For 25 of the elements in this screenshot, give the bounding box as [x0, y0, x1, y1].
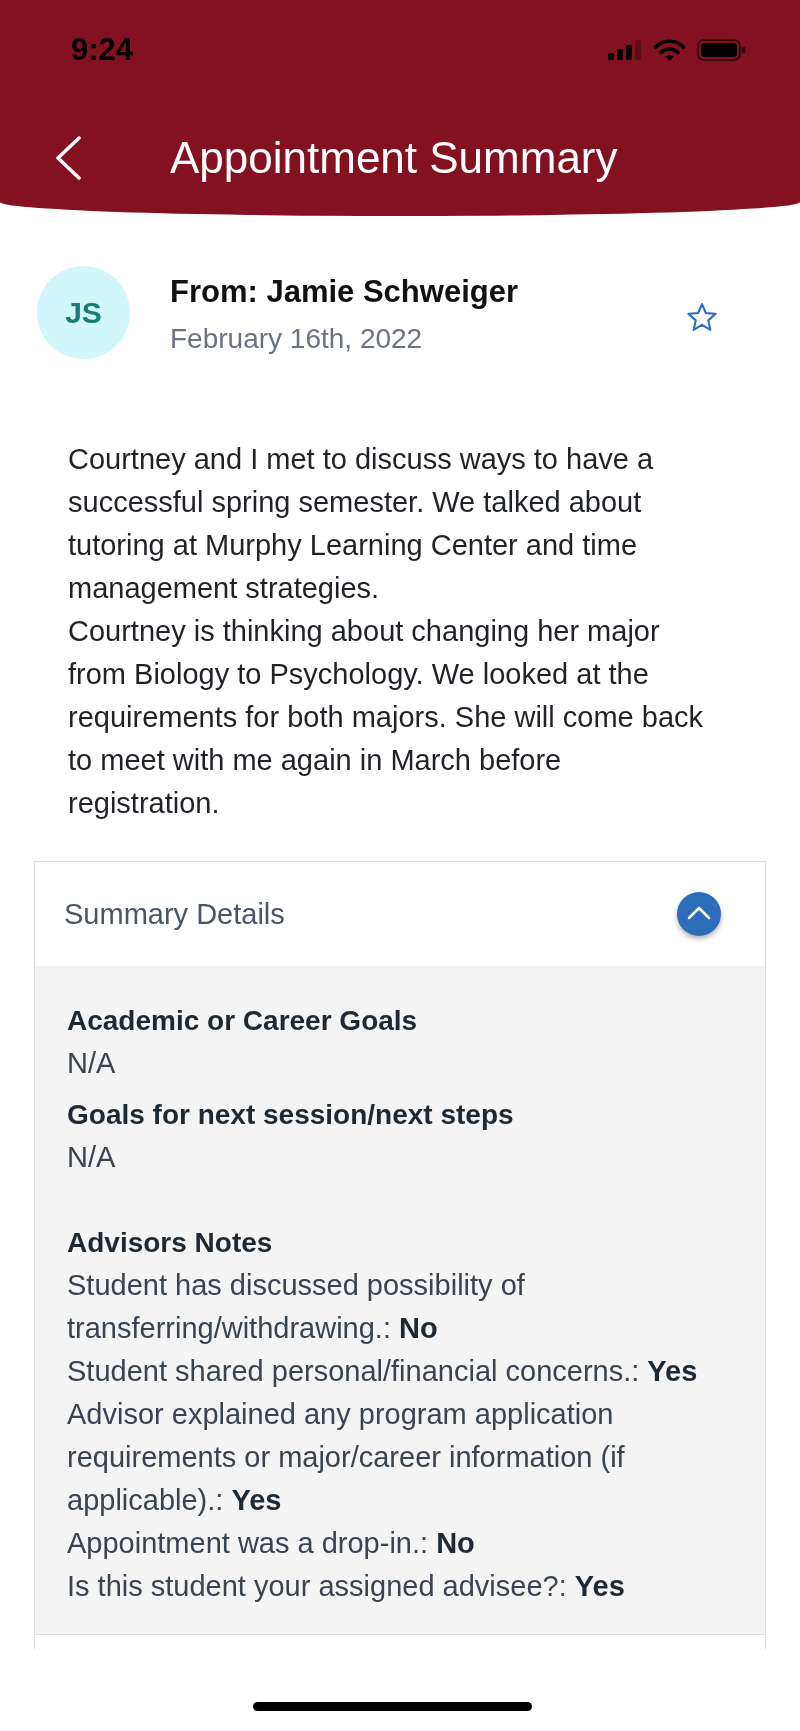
field-value: N/A [67, 1140, 117, 1175]
section-title: Summary Details [64, 897, 285, 931]
status-time: 9:24 [71, 32, 134, 68]
notes-heading: Advisors Notes [67, 1226, 274, 1260]
sender-name: From: Jamie Schweiger [170, 274, 519, 310]
note-line: Student shared personal/financial concerns.: Yes [67, 1354, 699, 1389]
chevron-up-icon [687, 906, 711, 920]
note-date: February 16th, 2022 [170, 322, 424, 356]
field-label: Academic or Career Goals [67, 1004, 419, 1038]
battery-icon [697, 39, 746, 61]
field-value: N/A [67, 1046, 117, 1081]
star-icon[interactable] [687, 302, 717, 331]
field-label: Goals for next session/next steps [67, 1098, 515, 1132]
note-paragraph: Courtney and I met to discuss ways to have a successful spring semester. We talked about tutoring at Murphy Learning Center and time management strategies. [68, 442, 655, 606]
wifi-icon [653, 38, 686, 62]
note-line: Advisor explained any program application requirements or major/career information (if applicable).: Yes [67, 1397, 626, 1518]
avatar: JS [37, 266, 130, 359]
note-line: Student has discussed possibility of transferring/withdrawing.: No [67, 1268, 526, 1346]
signal-icon [608, 40, 642, 60]
note-line: Is this student your assigned advisee?: Yes [67, 1569, 626, 1604]
collapse-button[interactable] [677, 892, 721, 936]
page-title: Appointment Summary [170, 132, 618, 184]
note-paragraph: Courtney is thinking about changing her major from Biology to Psychology. We looked at the requirements for both majors. She will come back to meet with me again in March before registration. [68, 614, 705, 821]
note-line: Appointment was a drop-in.: No [67, 1526, 476, 1561]
chevron-left-icon[interactable] [55, 136, 81, 180]
